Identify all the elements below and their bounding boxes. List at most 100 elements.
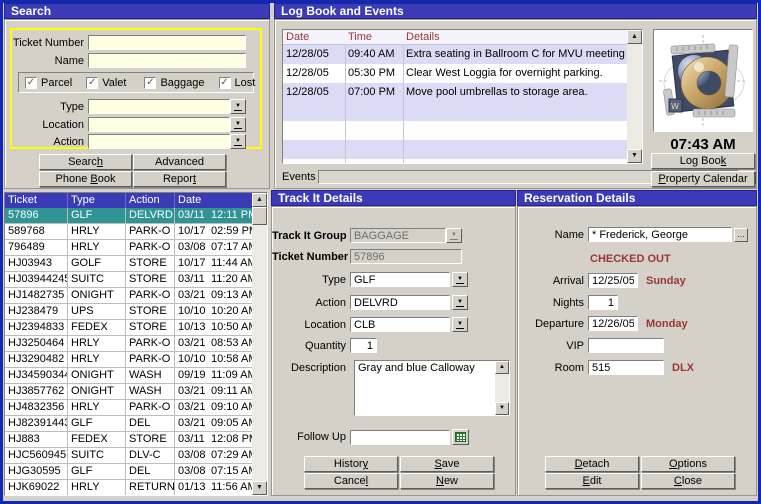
parcel-checkbox[interactable]: ✓ Parcel <box>25 77 72 89</box>
scrollbar-up-button[interactable]: ▲ <box>495 361 509 374</box>
search-name-input[interactable] <box>88 53 246 68</box>
vip-input[interactable] <box>588 338 664 353</box>
ticket-cell-type: HRLY <box>68 400 126 415</box>
close-button[interactable]: Close <box>641 473 735 489</box>
ticket-cell-type: GLF <box>68 208 126 223</box>
ticket-row[interactable]: HJ3857762 ONIGHT WASH 03/2109:11 AM <box>5 384 252 400</box>
trackit-followup-input[interactable] <box>350 430 450 445</box>
room-row: Room DLX <box>518 360 694 375</box>
advanced-button[interactable]: Advanced <box>133 154 226 170</box>
ticket-row[interactable]: HJ82391443 GLF DEL 03/2109:05 AM <box>5 416 252 432</box>
search-criteria-group: Ticket Number Name ✓ Parcel ✓ Valet <box>10 28 262 149</box>
scrollbar-up-button[interactable]: ▲ <box>252 193 267 207</box>
trackit-quantity-input[interactable] <box>350 338 377 353</box>
trackit-ticket-input <box>350 249 462 264</box>
ticket-col-ticket[interactable]: Ticket <box>5 193 68 208</box>
ticket-cell-date: 09/1911:09 AM <box>175 368 252 383</box>
ticket-number-input[interactable] <box>88 35 246 50</box>
ticket-col-type[interactable]: Type <box>68 193 126 208</box>
baggage-checkbox[interactable]: ✓ Baggage <box>144 77 204 89</box>
trackit-type-input[interactable] <box>350 272 450 287</box>
ticket-row[interactable]: HJC560945 SUITC DLV-C 03/0807:29 AM <box>5 448 252 464</box>
new-button[interactable]: New <box>400 473 494 489</box>
phone-book-button[interactable]: Phone Book <box>39 171 132 187</box>
edit-button[interactable]: Edit <box>545 473 639 489</box>
description-scrollbar[interactable]: ▲ ▼ <box>495 361 509 415</box>
scrollbar-down-button[interactable]: ▼ <box>627 149 642 163</box>
logbook-row[interactable]: 12/28/05 07:00 PM Move pool umbrellas to… <box>283 83 627 102</box>
logbook-row[interactable]: 12/28/05 09:40 AM Extra seating in Ballr… <box>283 45 627 64</box>
nights-input[interactable] <box>588 295 618 310</box>
scrollbar-thumb[interactable] <box>252 207 267 225</box>
logbook-scrollbar[interactable]: ▲ ▼ <box>627 30 642 163</box>
ticket-row[interactable]: HJK69022 HRLY RETURNED 01/1311:56 AM <box>5 480 252 496</box>
ticket-row[interactable]: HJ4832356 HRLY PARK-O 03/2109:10 AM <box>5 400 252 416</box>
ticket-row[interactable]: HJ238479 UPS STORE 10/1010:20 AM <box>5 304 252 320</box>
ticket-row[interactable]: HJ3250464 HRLY PARK-O 03/2108:53 AM <box>5 336 252 352</box>
parcel-checkbox-label: Parcel <box>41 77 72 89</box>
ticket-row[interactable]: HJ039442456 SUITC STORE 03/1111:20 AM <box>5 272 252 288</box>
name-label: Name <box>12 55 88 67</box>
action-dropdown-button[interactable]: ▼ <box>230 134 246 149</box>
calendar-button[interactable] <box>452 429 469 445</box>
valet-checkbox[interactable]: ✓ Valet <box>86 77 126 89</box>
lost-checkbox[interactable]: ✓ Lost <box>219 77 256 89</box>
logbook-row[interactable]: 12/28/05 05:30 PM Clear West Loggia for … <box>283 64 627 83</box>
trackit-followup-label: Follow Up <box>272 431 350 443</box>
property-calendar-button[interactable]: Property Calendar <box>651 171 755 187</box>
ticket-row[interactable]: HJG30595 GLF DEL 03/0807:15 AM <box>5 464 252 480</box>
location-dropdown-button[interactable]: ▼ <box>230 117 246 132</box>
trackit-type-dropdown-button[interactable]: ▼ <box>452 272 468 287</box>
ticket-cell-action: STORE <box>126 432 175 447</box>
trackit-description-textarea[interactable]: Gray and blue Calloway ▲ ▼ <box>354 360 510 416</box>
ticket-cell-ticket: 796489 <box>5 240 68 255</box>
report-button[interactable]: Report <box>133 171 226 187</box>
room-input[interactable] <box>588 360 664 375</box>
ticket-col-date[interactable]: Date <box>175 193 252 208</box>
scrollbar-track[interactable] <box>627 44 642 149</box>
save-button[interactable]: Save <box>400 456 494 472</box>
action-combo-input[interactable] <box>88 134 230 149</box>
ticket-row[interactable]: 57896 GLF DELVRD 03/1112:11 PM <box>5 208 252 224</box>
reservation-name-label: Name <box>518 229 588 241</box>
ticket-row[interactable]: HJ34590344 ONIGHT WASH 09/1911:09 AM <box>5 368 252 384</box>
trackit-location-dropdown-button[interactable]: ▼ <box>452 317 468 332</box>
departure-input[interactable] <box>588 316 638 331</box>
scrollbar-up-button[interactable]: ▲ <box>627 30 642 44</box>
ticket-row[interactable]: HJ883 FEDEX STORE 03/1112:08 PM <box>5 432 252 448</box>
ticket-cell-date: 03/1111:20 AM <box>175 272 252 287</box>
options-button[interactable]: Options <box>641 456 735 472</box>
location-combo-input[interactable] <box>88 117 230 132</box>
scrollbar-down-button[interactable]: ▼ <box>495 402 509 415</box>
scrollbar-down-button[interactable]: ▼ <box>252 481 267 495</box>
search-button[interactable]: Search <box>39 154 132 170</box>
ticket-table-scrollbar[interactable]: ▲ ▼ <box>252 193 267 495</box>
log-book-button[interactable]: Log Book <box>651 153 755 169</box>
history-button[interactable]: History <box>304 456 398 472</box>
type-combo-input[interactable] <box>88 99 230 114</box>
cancel-button[interactable]: Cancel <box>304 473 398 489</box>
ticket-col-action[interactable]: Action <box>126 193 175 208</box>
ticket-row[interactable]: 589768 HRLY PARK-O 10/1702:59 PM <box>5 224 252 240</box>
ticket-cell-date: 03/0807:29 AM <box>175 448 252 463</box>
logbook-col-details[interactable]: Details <box>403 30 627 44</box>
scrollbar-track[interactable] <box>252 225 267 481</box>
reservation-name-input[interactable] <box>588 227 732 242</box>
type-dropdown-button[interactable]: ▼ <box>230 99 246 114</box>
ticket-row[interactable]: HJ2394833 FEDEX STORE 10/1310:50 AM <box>5 320 252 336</box>
trackit-action-dropdown-button[interactable]: ▼ <box>452 295 468 310</box>
ticket-row[interactable]: HJ3290482 HRLY PARK-O 10/1010:58 AM <box>5 352 252 368</box>
trackit-action-input[interactable] <box>350 295 450 310</box>
logbook-col-time[interactable]: Time <box>345 30 403 44</box>
arrival-input[interactable] <box>588 273 638 288</box>
ticket-row[interactable]: HJ03943 GOLF STORE 10/1711:44 AM <box>5 256 252 272</box>
ticket-cell-date: 03/0807:15 AM <box>175 464 252 479</box>
vip-row: VIP <box>518 338 664 353</box>
logbook-col-date[interactable]: Date <box>283 30 345 44</box>
ticket-row[interactable]: 796489 HRLY PARK-O 03/0807:17 AM <box>5 240 252 256</box>
detach-button[interactable]: Detach <box>545 456 639 472</box>
ticket-cell-date: 03/1112:08 PM <box>175 432 252 447</box>
trackit-location-input[interactable] <box>350 317 450 332</box>
name-lookup-button[interactable]: ... <box>734 228 748 242</box>
ticket-row[interactable]: HJ1482735 ONIGHT PARK-O 03/2109:13 AM <box>5 288 252 304</box>
